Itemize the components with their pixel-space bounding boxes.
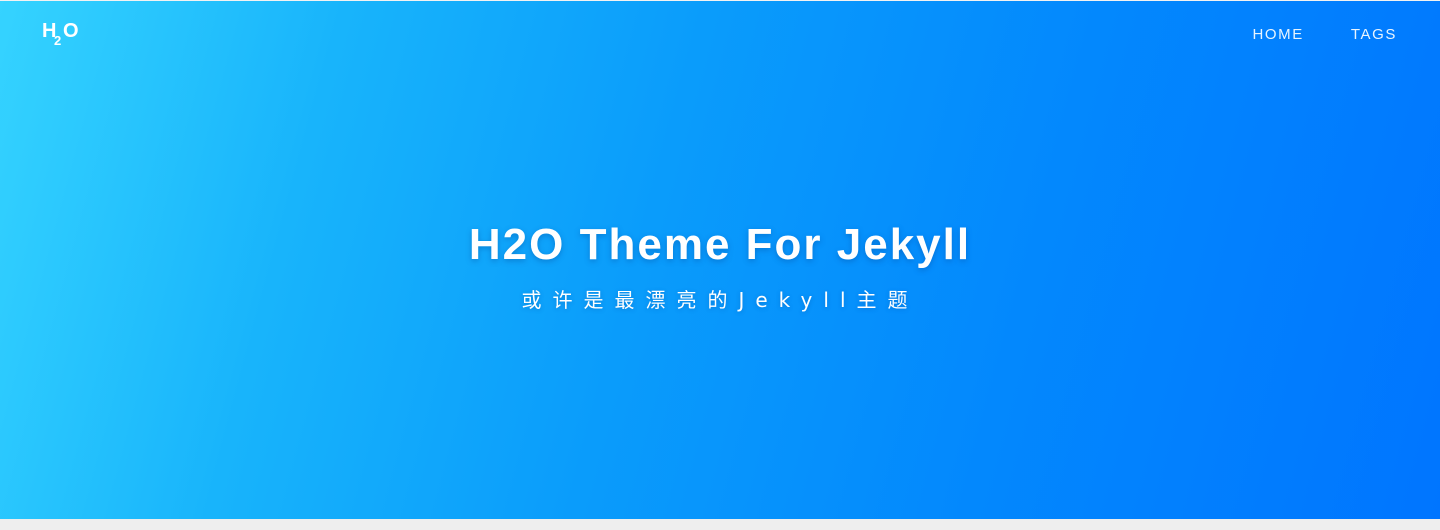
logo-letter-o: O [63,20,79,42]
page-content-edge [0,519,1440,530]
site-logo[interactable]: H 2 O [42,21,86,51]
logo-subscript-2: 2 [54,33,62,48]
nav-item-tags[interactable]: TAGS [1351,26,1397,44]
hero-title: H2O Theme For Jekyll [468,220,972,269]
hero-banner: H 2 O HOME TAGS H2O Theme For Jekyll 或许是… [0,1,1440,519]
hero-subtitle: 或许是最漂亮的Jekyll主题 [521,288,919,312]
top-nav: HOME TAGS [1252,26,1397,44]
nav-item-home[interactable]: HOME [1252,26,1303,44]
